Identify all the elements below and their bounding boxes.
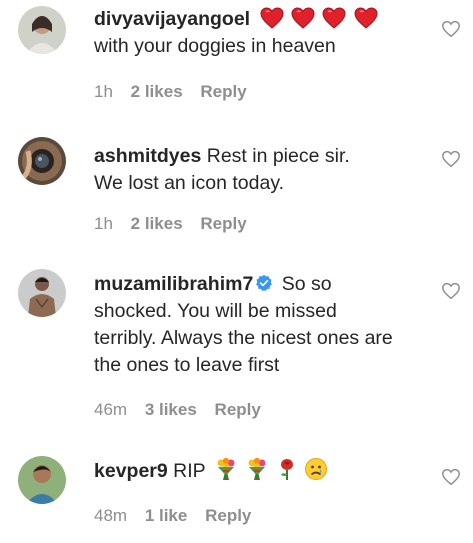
username[interactable]: divyavijayangoel	[94, 8, 250, 30]
comment-text: So so	[281, 273, 332, 295]
likes-count[interactable]: 2 likes	[131, 214, 183, 233]
red-heart-icon	[354, 7, 378, 29]
comment-meta: 1h 2 likes Reply	[94, 82, 260, 102]
red-heart-icon	[291, 7, 315, 29]
avatar[interactable]	[18, 456, 66, 504]
heart-outline-icon[interactable]	[441, 150, 461, 168]
comment-text: the ones to leave first	[94, 354, 280, 376]
reply-button[interactable]: Reply	[205, 506, 251, 525]
comment-meta: 48m 1 like Reply	[94, 506, 264, 526]
comment-text: terribly. Always the nicest ones are	[94, 327, 393, 349]
comment-text: with your doggies in heaven	[94, 35, 336, 57]
comment-body: ashmitdyes Rest in piece sir. We lost an…	[94, 143, 429, 197]
sad-face-icon	[305, 458, 327, 480]
username[interactable]: ashmitdyes	[94, 145, 201, 167]
username[interactable]: muzamilibrahim7	[94, 273, 253, 295]
heart-outline-icon[interactable]	[441, 20, 461, 38]
red-heart-icon	[259, 7, 284, 29]
heart-outline-icon[interactable]	[441, 468, 461, 486]
comment-body: kevper9 RIP	[94, 457, 429, 485]
emoji-group	[259, 7, 380, 30]
likes-count[interactable]: 3 likes	[145, 400, 197, 419]
comment-text: Rest in piece sir.	[206, 145, 350, 167]
avatar[interactable]	[18, 269, 66, 317]
comment-body: divyavijayangoel with your doggies in he…	[94, 6, 429, 60]
comment-text: shocked. You will be missed	[94, 300, 337, 322]
verified-badge-icon	[256, 274, 273, 292]
rose-icon	[280, 459, 293, 480]
comment-meta: 1h 2 likes Reply	[94, 214, 260, 234]
likes-count[interactable]: 1 like	[145, 506, 188, 525]
reply-button[interactable]: Reply	[215, 400, 261, 419]
comment-text: We lost an icon today.	[94, 172, 285, 194]
username[interactable]: kevper9	[94, 460, 168, 482]
avatar[interactable]	[18, 137, 66, 185]
comment-text: RIP	[173, 460, 206, 482]
timestamp[interactable]: 1h	[94, 214, 113, 233]
reply-button[interactable]: Reply	[200, 82, 246, 101]
avatar[interactable]	[18, 6, 66, 54]
likes-count[interactable]: 2 likes	[131, 82, 183, 101]
red-heart-icon	[322, 7, 346, 29]
heart-outline-icon[interactable]	[441, 282, 461, 300]
timestamp[interactable]: 46m	[94, 400, 127, 419]
timestamp[interactable]: 1h	[94, 82, 113, 101]
comment-body: muzamilibrahim7 So so shocked. You will …	[94, 271, 429, 379]
comment-meta: 46m 3 likes Reply	[94, 400, 274, 420]
reply-button[interactable]: Reply	[200, 214, 246, 233]
bouquet-icon	[248, 457, 266, 480]
emoji-group	[214, 457, 330, 482]
bouquet-icon	[217, 457, 235, 480]
timestamp[interactable]: 48m	[94, 506, 127, 525]
